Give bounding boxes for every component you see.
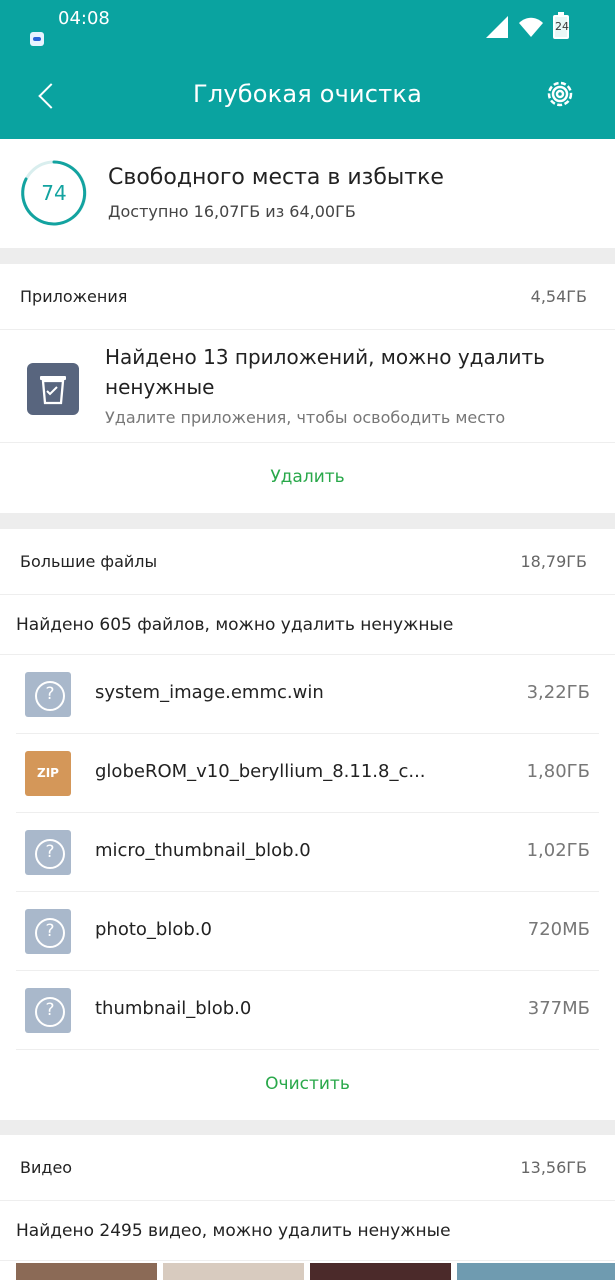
storage-score: 74 xyxy=(41,181,67,205)
apps-section-title: Приложения xyxy=(20,287,128,306)
file-name: thumbnail_blob.0 xyxy=(95,998,252,1019)
videos-found-text: Найдено 2495 видео, можно удалить ненужн… xyxy=(16,1221,451,1241)
notification-icon xyxy=(30,32,44,46)
file-size: 377МБ xyxy=(527,998,590,1019)
status-time: 04:08 xyxy=(58,8,110,29)
file-name: system_image.emmc.win xyxy=(95,682,324,703)
file-size: 3,22ГБ xyxy=(526,682,590,703)
large-files-header[interactable]: Большие файлы 18,79ГБ xyxy=(0,529,615,595)
apps-section-header[interactable]: Приложения 4,54ГБ xyxy=(0,264,615,330)
file-row[interactable]: system_image.emmc.win 3,22ГБ xyxy=(0,655,615,734)
video-thumbnail[interactable] xyxy=(457,1263,615,1280)
app-header: Глубокая очистка xyxy=(0,56,615,139)
apps-section: Приложения 4,54ГБ Найдено 13 приложений,… xyxy=(0,264,615,513)
videos-section-title: Видео xyxy=(20,1158,73,1177)
file-row[interactable]: ZIP globeROM_v10_beryllium_8.11.8_c... 1… xyxy=(0,734,615,813)
apps-found-row[interactable]: Найдено 13 приложений, можно удалить нен… xyxy=(0,330,615,443)
file-name: photo_blob.0 xyxy=(95,919,212,940)
file-size: 1,02ГБ xyxy=(526,840,590,861)
videos-section-size: 13,56ГБ xyxy=(520,1158,587,1177)
file-row[interactable]: thumbnail_blob.0 377МБ xyxy=(0,971,615,1050)
delete-apps-button[interactable]: Удалить xyxy=(0,443,615,513)
zip-file-icon: ZIP xyxy=(25,751,71,796)
large-files-size: 18,79ГБ xyxy=(520,552,587,571)
video-thumbnail[interactable] xyxy=(163,1263,304,1280)
unknown-file-icon xyxy=(25,830,71,875)
unknown-file-icon xyxy=(25,909,71,954)
page-title: Глубокая очистка xyxy=(193,80,422,108)
unknown-file-icon xyxy=(25,672,71,717)
large-files-title: Большие файлы xyxy=(20,552,158,571)
file-size: 1,80ГБ xyxy=(526,761,590,782)
unknown-file-icon xyxy=(25,988,71,1033)
large-files-section: Большие файлы 18,79ГБ Найдено 605 файлов… xyxy=(0,529,615,1120)
file-name: globeROM_v10_beryllium_8.11.8_c... xyxy=(95,761,426,782)
storage-summary: 74 Свободного места в избытке Доступно 1… xyxy=(0,139,615,248)
apps-found-description: Удалите приложения, чтобы освободить мес… xyxy=(105,408,506,427)
file-name: micro_thumbnail_blob.0 xyxy=(95,840,311,861)
signal-icon xyxy=(486,16,508,38)
videos-section-header[interactable]: Видео 13,56ГБ xyxy=(0,1135,615,1201)
large-files-found-text: Найдено 605 файлов, можно удалить ненужн… xyxy=(16,615,454,635)
status-bar: 04:08 24 xyxy=(0,0,615,56)
file-row[interactable]: photo_blob.0 720МБ xyxy=(0,892,615,971)
battery-icon: 24 xyxy=(553,12,569,39)
apps-section-size: 4,54ГБ xyxy=(530,287,587,306)
page: 04:08 24 Глубокая очистка 74 Свободного … xyxy=(0,0,615,1280)
videos-section: Видео 13,56ГБ Найдено 2495 видео, можно … xyxy=(0,1135,615,1280)
delete-apps-label: Удалить xyxy=(270,467,345,487)
video-thumbnail[interactable] xyxy=(16,1263,157,1280)
large-files-found-row: Найдено 605 файлов, можно удалить ненужн… xyxy=(0,595,615,655)
file-size: 720МБ xyxy=(527,919,590,940)
storage-title: Свободного места в избытке xyxy=(108,165,444,190)
trash-bin-icon xyxy=(27,363,79,415)
storage-subtitle: Доступно 16,07ГБ из 64,00ГБ xyxy=(108,202,356,221)
clear-files-button[interactable]: Очистить xyxy=(0,1050,615,1120)
wifi-icon xyxy=(519,17,543,37)
settings-icon[interactable] xyxy=(542,76,578,112)
apps-found-title: Найдено 13 приложений, можно удалить нен… xyxy=(105,345,545,399)
clear-files-label: Очистить xyxy=(265,1074,350,1094)
video-thumbnail[interactable] xyxy=(310,1263,451,1280)
videos-found-row: Найдено 2495 видео, можно удалить ненужн… xyxy=(0,1201,615,1261)
file-row[interactable]: micro_thumbnail_blob.0 1,02ГБ xyxy=(0,813,615,892)
